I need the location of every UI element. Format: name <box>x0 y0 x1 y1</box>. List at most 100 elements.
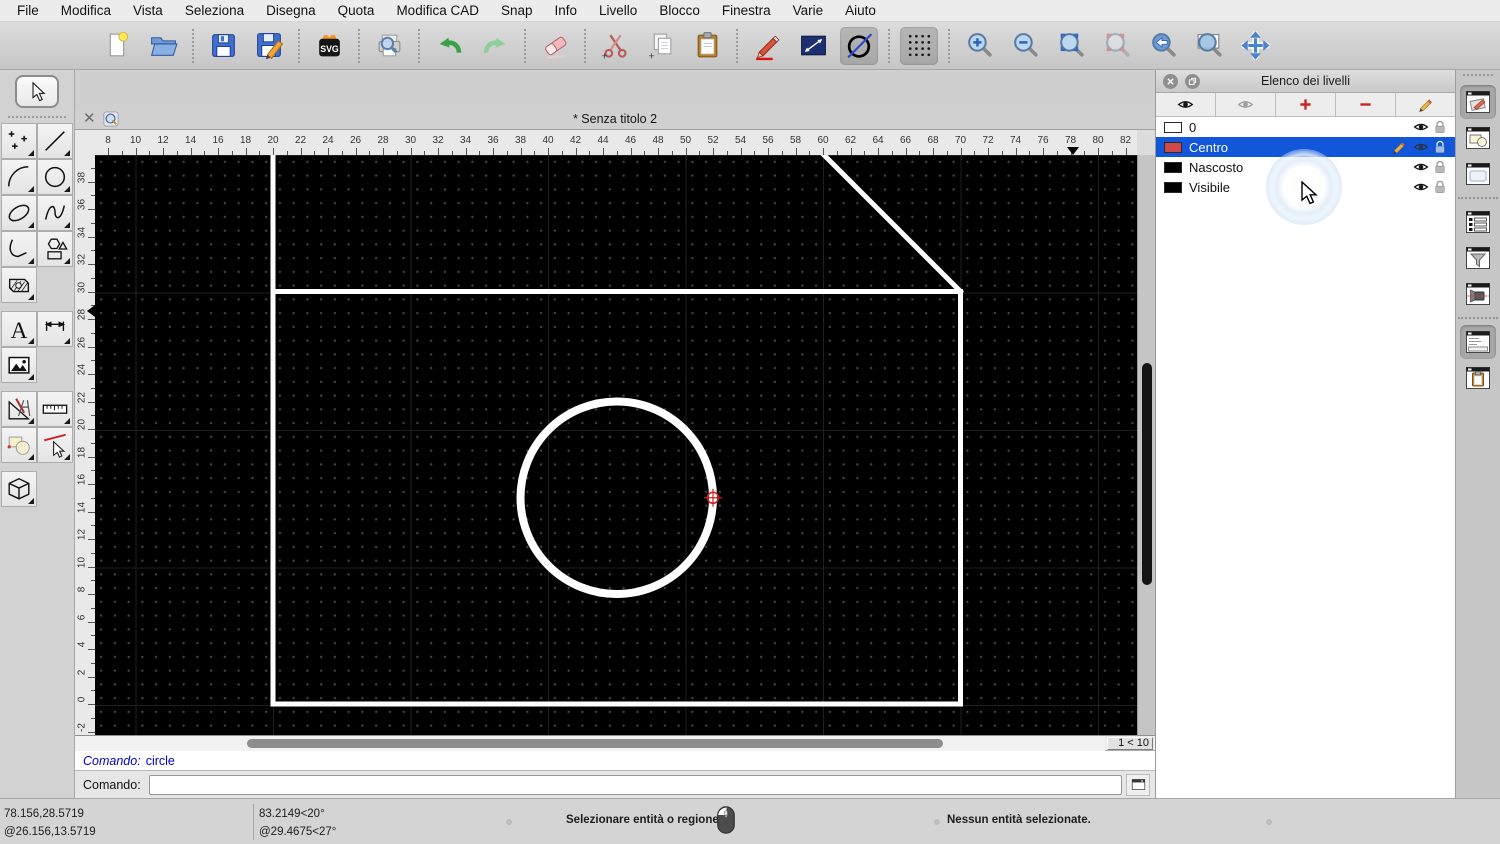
edit-pencil-button[interactable] <box>748 27 786 65</box>
edit-layer-button[interactable] <box>1396 93 1455 116</box>
layer-lock-icon[interactable] <box>1432 139 1448 155</box>
menu-vista[interactable]: Vista <box>122 0 174 22</box>
layer-row-centro[interactable]: Centro <box>1156 137 1455 157</box>
menu-modifica-cad[interactable]: Modifica CAD <box>385 0 490 22</box>
distance-tool-button[interactable] <box>794 27 832 65</box>
vertical-scrollbar[interactable] <box>1137 155 1155 735</box>
ruler-tick <box>520 148 522 155</box>
menu-modifica[interactable]: Modifica <box>50 0 122 22</box>
command-panel-button[interactable] <box>1126 773 1150 796</box>
circle-entity[interactable] <box>516 397 717 598</box>
svg-export-button[interactable]: SVG <box>310 27 348 65</box>
zoom-out-button[interactable] <box>1006 27 1044 65</box>
palette-drag-handle[interactable] <box>8 116 66 119</box>
layer-visibility-icon[interactable] <box>1413 139 1429 155</box>
points-tool-button[interactable] <box>1 123 37 159</box>
auto-zoom-toggle[interactable] <box>840 26 878 65</box>
hatch-tool-button[interactable] <box>1 267 37 303</box>
modify-tool-button[interactable] <box>1 427 37 463</box>
command-input[interactable] <box>148 774 1122 795</box>
cad-tools-button[interactable] <box>1 391 37 427</box>
menu-info[interactable]: Info <box>544 0 589 22</box>
measure-tool-button[interactable] <box>37 391 73 427</box>
zoom-auto-button[interactable] <box>1052 27 1090 65</box>
tool-row <box>1 195 73 231</box>
menu-livello[interactable]: Livello <box>588 0 648 22</box>
laser-tool-toggle[interactable] <box>1460 277 1496 311</box>
layer-lock-icon[interactable] <box>1432 179 1448 195</box>
layer-lock-icon[interactable] <box>1432 159 1448 175</box>
solid-tool-button[interactable] <box>1 471 37 507</box>
library-browser-toggle[interactable] <box>1460 205 1496 239</box>
horizontal-scrollbar[interactable] <box>75 735 1105 751</box>
circle-tool-button[interactable] <box>37 159 73 195</box>
show-all-layers-button[interactable] <box>1156 93 1216 116</box>
arc-tool-button[interactable] <box>1 159 37 195</box>
copy-button[interactable]: + <box>642 27 680 65</box>
layer-visibility-icon[interactable] <box>1413 179 1429 195</box>
layer-row-visibile[interactable]: Visibile <box>1156 177 1455 197</box>
save-as-button[interactable] <box>250 27 288 65</box>
zoom-in-button[interactable] <box>960 27 998 65</box>
zoom-previous-button[interactable] <box>1144 27 1182 65</box>
drawing-canvas[interactable] <box>95 155 1137 735</box>
menu-finestra[interactable]: Finestra <box>711 0 782 22</box>
dimension-tool-button[interactable] <box>37 311 73 347</box>
vertical-scrollbar-thumb[interactable] <box>1142 363 1152 585</box>
command-history: Comando: circle <box>75 750 1155 770</box>
cut-button[interactable]: + <box>596 27 634 65</box>
save-button[interactable] <box>204 27 242 65</box>
polyline-tool-button[interactable] <box>1 231 37 267</box>
selection-filter-toggle[interactable] <box>1460 241 1496 275</box>
clipboard-panel-toggle[interactable] <box>1460 361 1496 395</box>
open-button[interactable] <box>144 27 182 65</box>
layer-visibility-icon[interactable] <box>1413 159 1429 175</box>
add-layer-button[interactable] <box>1276 93 1336 116</box>
menu-aiuto[interactable]: Aiuto <box>834 0 887 22</box>
command-line-toggle[interactable] <box>1460 325 1496 359</box>
layer-row-nascosto[interactable]: Nascosto <box>1156 157 1455 177</box>
grid-toggle[interactable] <box>900 26 938 65</box>
modify-trim-button[interactable] <box>37 427 73 463</box>
menu-snap[interactable]: Snap <box>490 0 544 22</box>
undo-button[interactable] <box>430 27 468 65</box>
menu-file[interactable]: File <box>6 0 50 22</box>
delete-button[interactable] <box>536 27 574 65</box>
layer-lock-icon[interactable] <box>1432 119 1448 135</box>
layer-row-0[interactable]: 0 <box>1156 117 1455 137</box>
new-document-button[interactable] <box>98 27 136 65</box>
image-icon <box>5 351 33 379</box>
ellipse-tool-button[interactable] <box>1 195 37 231</box>
zoom-selection-button[interactable] <box>1098 27 1136 65</box>
ruler-tick-label: 80 <box>1092 135 1104 146</box>
line-entity[interactable] <box>789 155 965 296</box>
layer-visibility-icon[interactable] <box>1413 119 1429 135</box>
menu-quota[interactable]: Quota <box>327 0 386 22</box>
selection-tool-button[interactable] <box>15 75 59 108</box>
image-tool-button[interactable] <box>1 347 37 383</box>
layer-list-toggle[interactable] <box>1460 85 1496 119</box>
shape-tool-button[interactable] <box>37 231 73 267</box>
text-tool-button[interactable]: A <box>1 311 37 347</box>
edit-layer-icon[interactable] <box>1391 139 1407 155</box>
print-preview-button[interactable] <box>370 27 408 65</box>
w-blocks-icon <box>1463 123 1493 153</box>
redo-button[interactable] <box>476 27 514 65</box>
remove-layer-button[interactable] <box>1336 93 1396 116</box>
menu-blocco[interactable]: Blocco <box>648 0 711 22</box>
tool-row <box>1 347 73 383</box>
w-layers-icon <box>1463 87 1493 117</box>
block-list-toggle[interactable] <box>1460 121 1496 155</box>
horizontal-scrollbar-thumb[interactable] <box>247 738 943 748</box>
menu-varie[interactable]: Varie <box>782 0 835 22</box>
menu-seleziona[interactable]: Seleziona <box>174 0 255 22</box>
strip-drag-handle[interactable] <box>1463 74 1493 78</box>
paste-button[interactable] <box>688 27 726 65</box>
hide-all-layers-button[interactable] <box>1216 93 1276 116</box>
line-tool-button[interactable] <box>37 123 73 159</box>
menu-disegna[interactable]: Disegna <box>255 0 327 22</box>
pan-button[interactable] <box>1236 27 1274 65</box>
zoom-window-button[interactable] <box>1190 27 1228 65</box>
spline-tool-button[interactable] <box>37 195 73 231</box>
property-editor-toggle[interactable] <box>1460 157 1496 191</box>
